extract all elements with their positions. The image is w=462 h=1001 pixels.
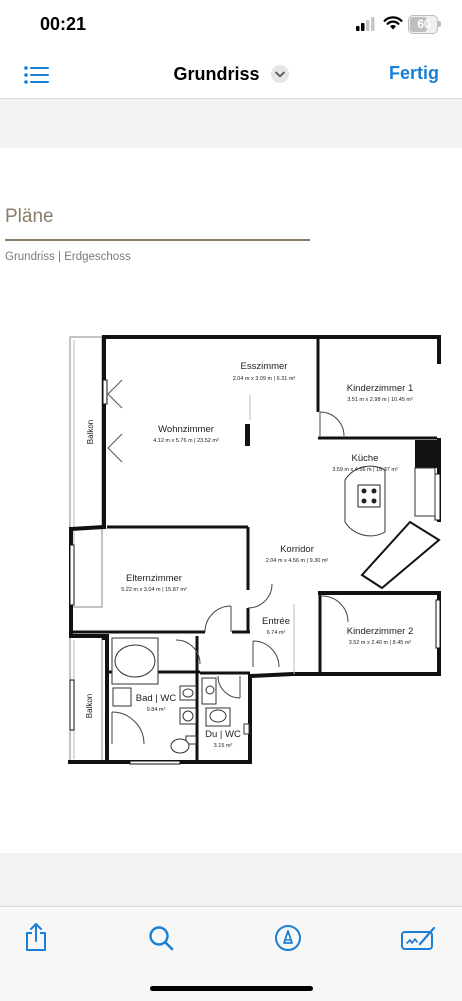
status-time: 00:21	[40, 14, 87, 34]
status-bar: 00:21 60	[0, 0, 462, 52]
room-label-kinderzimmer1: Kinderzimmer 1	[347, 383, 414, 394]
room-label-esszimmer: Esszimmer	[241, 361, 288, 372]
room-dims-kinderzimmer2: 3.52 m x 2.40 m | 8.45 m²	[349, 640, 412, 646]
done-button[interactable]: Fertig	[389, 63, 439, 84]
room-dims-wohnzimmer: 4.12 m x 5.76 m | 23.52 m²	[153, 438, 219, 444]
room-label-kueche: Küche	[352, 453, 379, 464]
battery-level: 60	[417, 17, 431, 31]
document-title: Grundriss	[173, 63, 260, 84]
room-dims-elternzimmer: 5.22 m x 3.04 m | 15.87 m²	[121, 587, 187, 593]
room-label-korridor: Korridor	[280, 544, 314, 555]
document-page: Pläne Grundriss | Erdgeschoss Esszimmer …	[0, 148, 462, 853]
room-label-bad: Bad | WC	[136, 693, 177, 704]
room-label-wohnzimmer: Wohnzimmer	[158, 424, 214, 435]
home-indicator	[150, 986, 313, 991]
room-dims-du: 3.15 m²	[214, 743, 233, 749]
markup-icon[interactable]	[274, 924, 302, 952]
share-icon[interactable]	[24, 922, 48, 952]
room-dims-bad: 9.84 m²	[147, 707, 166, 713]
battery-icon: 60	[408, 15, 438, 34]
room-dims-entree: 6.74 m²	[267, 630, 286, 636]
room-label-entree: Entrée	[262, 616, 290, 627]
room-dims-kueche: 3.59 m x 4.56 m | 16.37 m²	[332, 467, 398, 473]
balcony-label-bottom: Balkon	[85, 694, 94, 718]
search-icon[interactable]	[148, 925, 174, 951]
floor-plan: Esszimmer 2.04 m x 3.09 m | 6.31 m² Kind…	[68, 335, 441, 765]
balcony-label-top: Balkon	[86, 420, 95, 444]
wifi-icon	[383, 16, 403, 30]
room-label-du: Du | WC	[205, 729, 241, 740]
signature-icon[interactable]	[400, 925, 438, 951]
chevron-down-icon[interactable]	[270, 65, 289, 84]
cellular-signal-icon	[356, 17, 375, 31]
room-dims-esszimmer: 2.04 m x 3.09 m | 6.31 m²	[233, 376, 296, 382]
navigation-bar: Grundriss Fertig	[0, 52, 462, 99]
room-dims-kinderzimmer1: 3.51 m x 2.98 m | 10.45 m²	[347, 397, 413, 403]
room-dims-korridor: 2.04 m x 4.56 m | 9.30 m²	[266, 558, 329, 564]
room-label-elternzimmer: Elternzimmer	[126, 573, 182, 584]
room-label-kinderzimmer2: Kinderzimmer 2	[347, 626, 414, 637]
